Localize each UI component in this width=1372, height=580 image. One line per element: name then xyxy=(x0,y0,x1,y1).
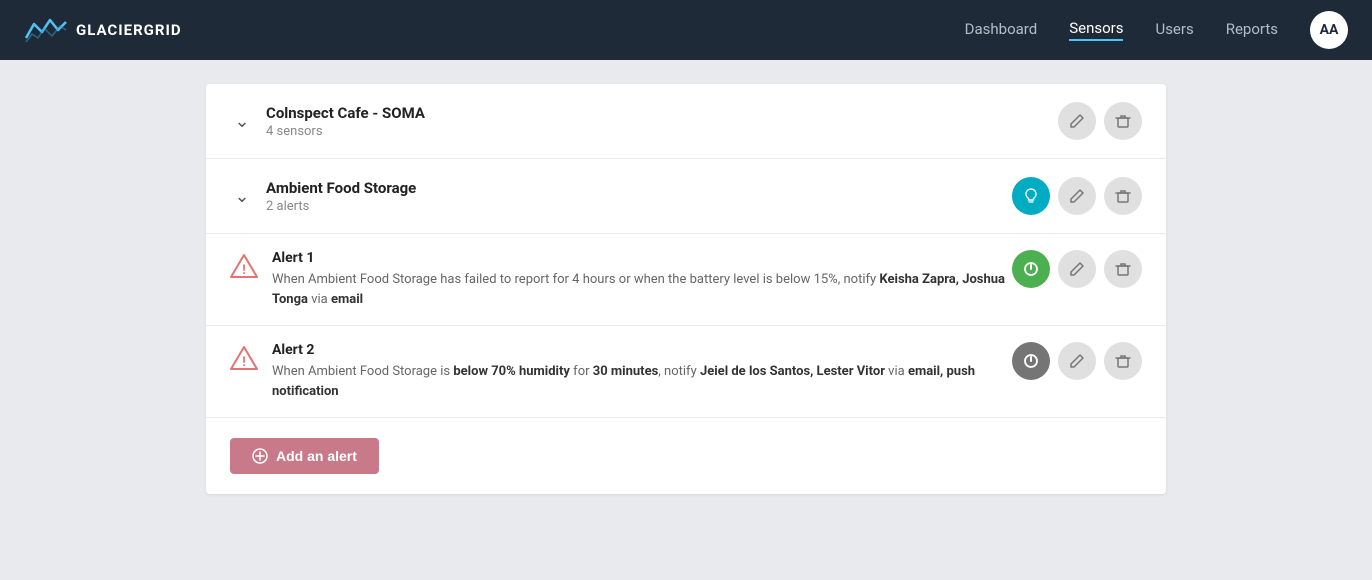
alert-1-edit-btn[interactable] xyxy=(1058,250,1096,288)
power-icon xyxy=(1022,260,1040,278)
nav-reports[interactable]: Reports xyxy=(1226,20,1278,40)
alert-2-toggle-btn[interactable] xyxy=(1012,342,1050,380)
logo[interactable]: GLACIERGRID xyxy=(24,16,182,44)
user-avatar[interactable]: AA xyxy=(1310,11,1348,49)
alert-1-desc: When Ambient Food Storage has failed to … xyxy=(272,270,1012,309)
edit-icon xyxy=(1069,261,1085,277)
power-icon xyxy=(1022,352,1040,370)
alert-warning-icon-1: ! xyxy=(230,252,258,284)
trash-icon xyxy=(1115,188,1131,204)
location-actions xyxy=(1058,102,1142,140)
trash-icon xyxy=(1115,113,1131,129)
nav-dashboard[interactable]: Dashboard xyxy=(965,20,1038,40)
sensor-group-edit-btn[interactable] xyxy=(1058,177,1096,215)
edit-icon xyxy=(1069,188,1085,204)
location-edit-btn[interactable] xyxy=(1058,102,1096,140)
alert-2-row: ! Alert 2 When Ambient Food Storage is b… xyxy=(206,326,1166,418)
logo-text: GLACIERGRID xyxy=(76,21,182,39)
location-chevron-btn[interactable]: ⌄ xyxy=(230,109,254,133)
sensor-group-delete-btn[interactable] xyxy=(1104,177,1142,215)
nav-users[interactable]: Users xyxy=(1155,20,1193,40)
trash-icon xyxy=(1115,261,1131,277)
alert-1-title: Alert 1 xyxy=(272,250,1012,266)
add-alert-btn[interactable]: Add an alert xyxy=(230,438,379,474)
nav-links: Dashboard Sensors Users Reports AA xyxy=(965,11,1348,49)
location-name: Colnspect Cafe - SOMA xyxy=(266,104,1058,122)
sensor-group-row: ⌄ Ambient Food Storage 2 alerts xyxy=(206,159,1166,234)
alert-2-content: Alert 2 When Ambient Food Storage is bel… xyxy=(272,342,1012,401)
add-circle-icon xyxy=(252,448,268,464)
alert-1-row: ! Alert 1 When Ambient Food Storage has … xyxy=(206,234,1166,326)
alert-1-delete-btn[interactable] xyxy=(1104,250,1142,288)
sensor-group-sub: 2 alerts xyxy=(266,199,1012,214)
alert-2-delete-btn[interactable] xyxy=(1104,342,1142,380)
alert-2-desc: When Ambient Food Storage is below 70% h… xyxy=(272,362,1012,401)
trash-icon xyxy=(1115,353,1131,369)
lightbulb-icon xyxy=(1022,187,1040,205)
location-info: Colnspect Cafe - SOMA 4 sensors xyxy=(266,104,1058,139)
sensor-group-actions xyxy=(1012,177,1142,215)
location-delete-btn[interactable] xyxy=(1104,102,1142,140)
alert-1-content: Alert 1 When Ambient Food Storage has fa… xyxy=(272,250,1012,309)
location-sub: 4 sensors xyxy=(266,124,1058,139)
alert-2-title: Alert 2 xyxy=(272,342,1012,358)
alert-1-toggle-btn[interactable] xyxy=(1012,250,1050,288)
alert-1-actions xyxy=(1012,250,1142,288)
add-alert-row: Add an alert xyxy=(206,418,1166,494)
nav-sensors[interactable]: Sensors xyxy=(1069,19,1123,41)
sensor-group-chevron-btn[interactable]: ⌄ xyxy=(230,184,254,208)
edit-icon xyxy=(1069,113,1085,129)
svg-text:!: ! xyxy=(242,355,246,370)
svg-text:!: ! xyxy=(242,263,246,278)
sensor-group-lightbulb-btn[interactable] xyxy=(1012,177,1050,215)
main-content: ⌄ Colnspect Cafe - SOMA 4 sensors xyxy=(206,60,1166,518)
location-row: ⌄ Colnspect Cafe - SOMA 4 sensors xyxy=(206,84,1166,159)
card-container: ⌄ Colnspect Cafe - SOMA 4 sensors xyxy=(206,84,1166,494)
alert-2-edit-btn[interactable] xyxy=(1058,342,1096,380)
navbar: GLACIERGRID Dashboard Sensors Users Repo… xyxy=(0,0,1372,60)
add-alert-label: Add an alert xyxy=(276,448,357,464)
edit-icon xyxy=(1069,353,1085,369)
logo-icon xyxy=(24,16,68,44)
sensor-group-name: Ambient Food Storage xyxy=(266,179,1012,197)
alert-warning-icon-2: ! xyxy=(230,344,258,376)
alert-2-actions xyxy=(1012,342,1142,380)
sensor-group-info: Ambient Food Storage 2 alerts xyxy=(266,179,1012,214)
